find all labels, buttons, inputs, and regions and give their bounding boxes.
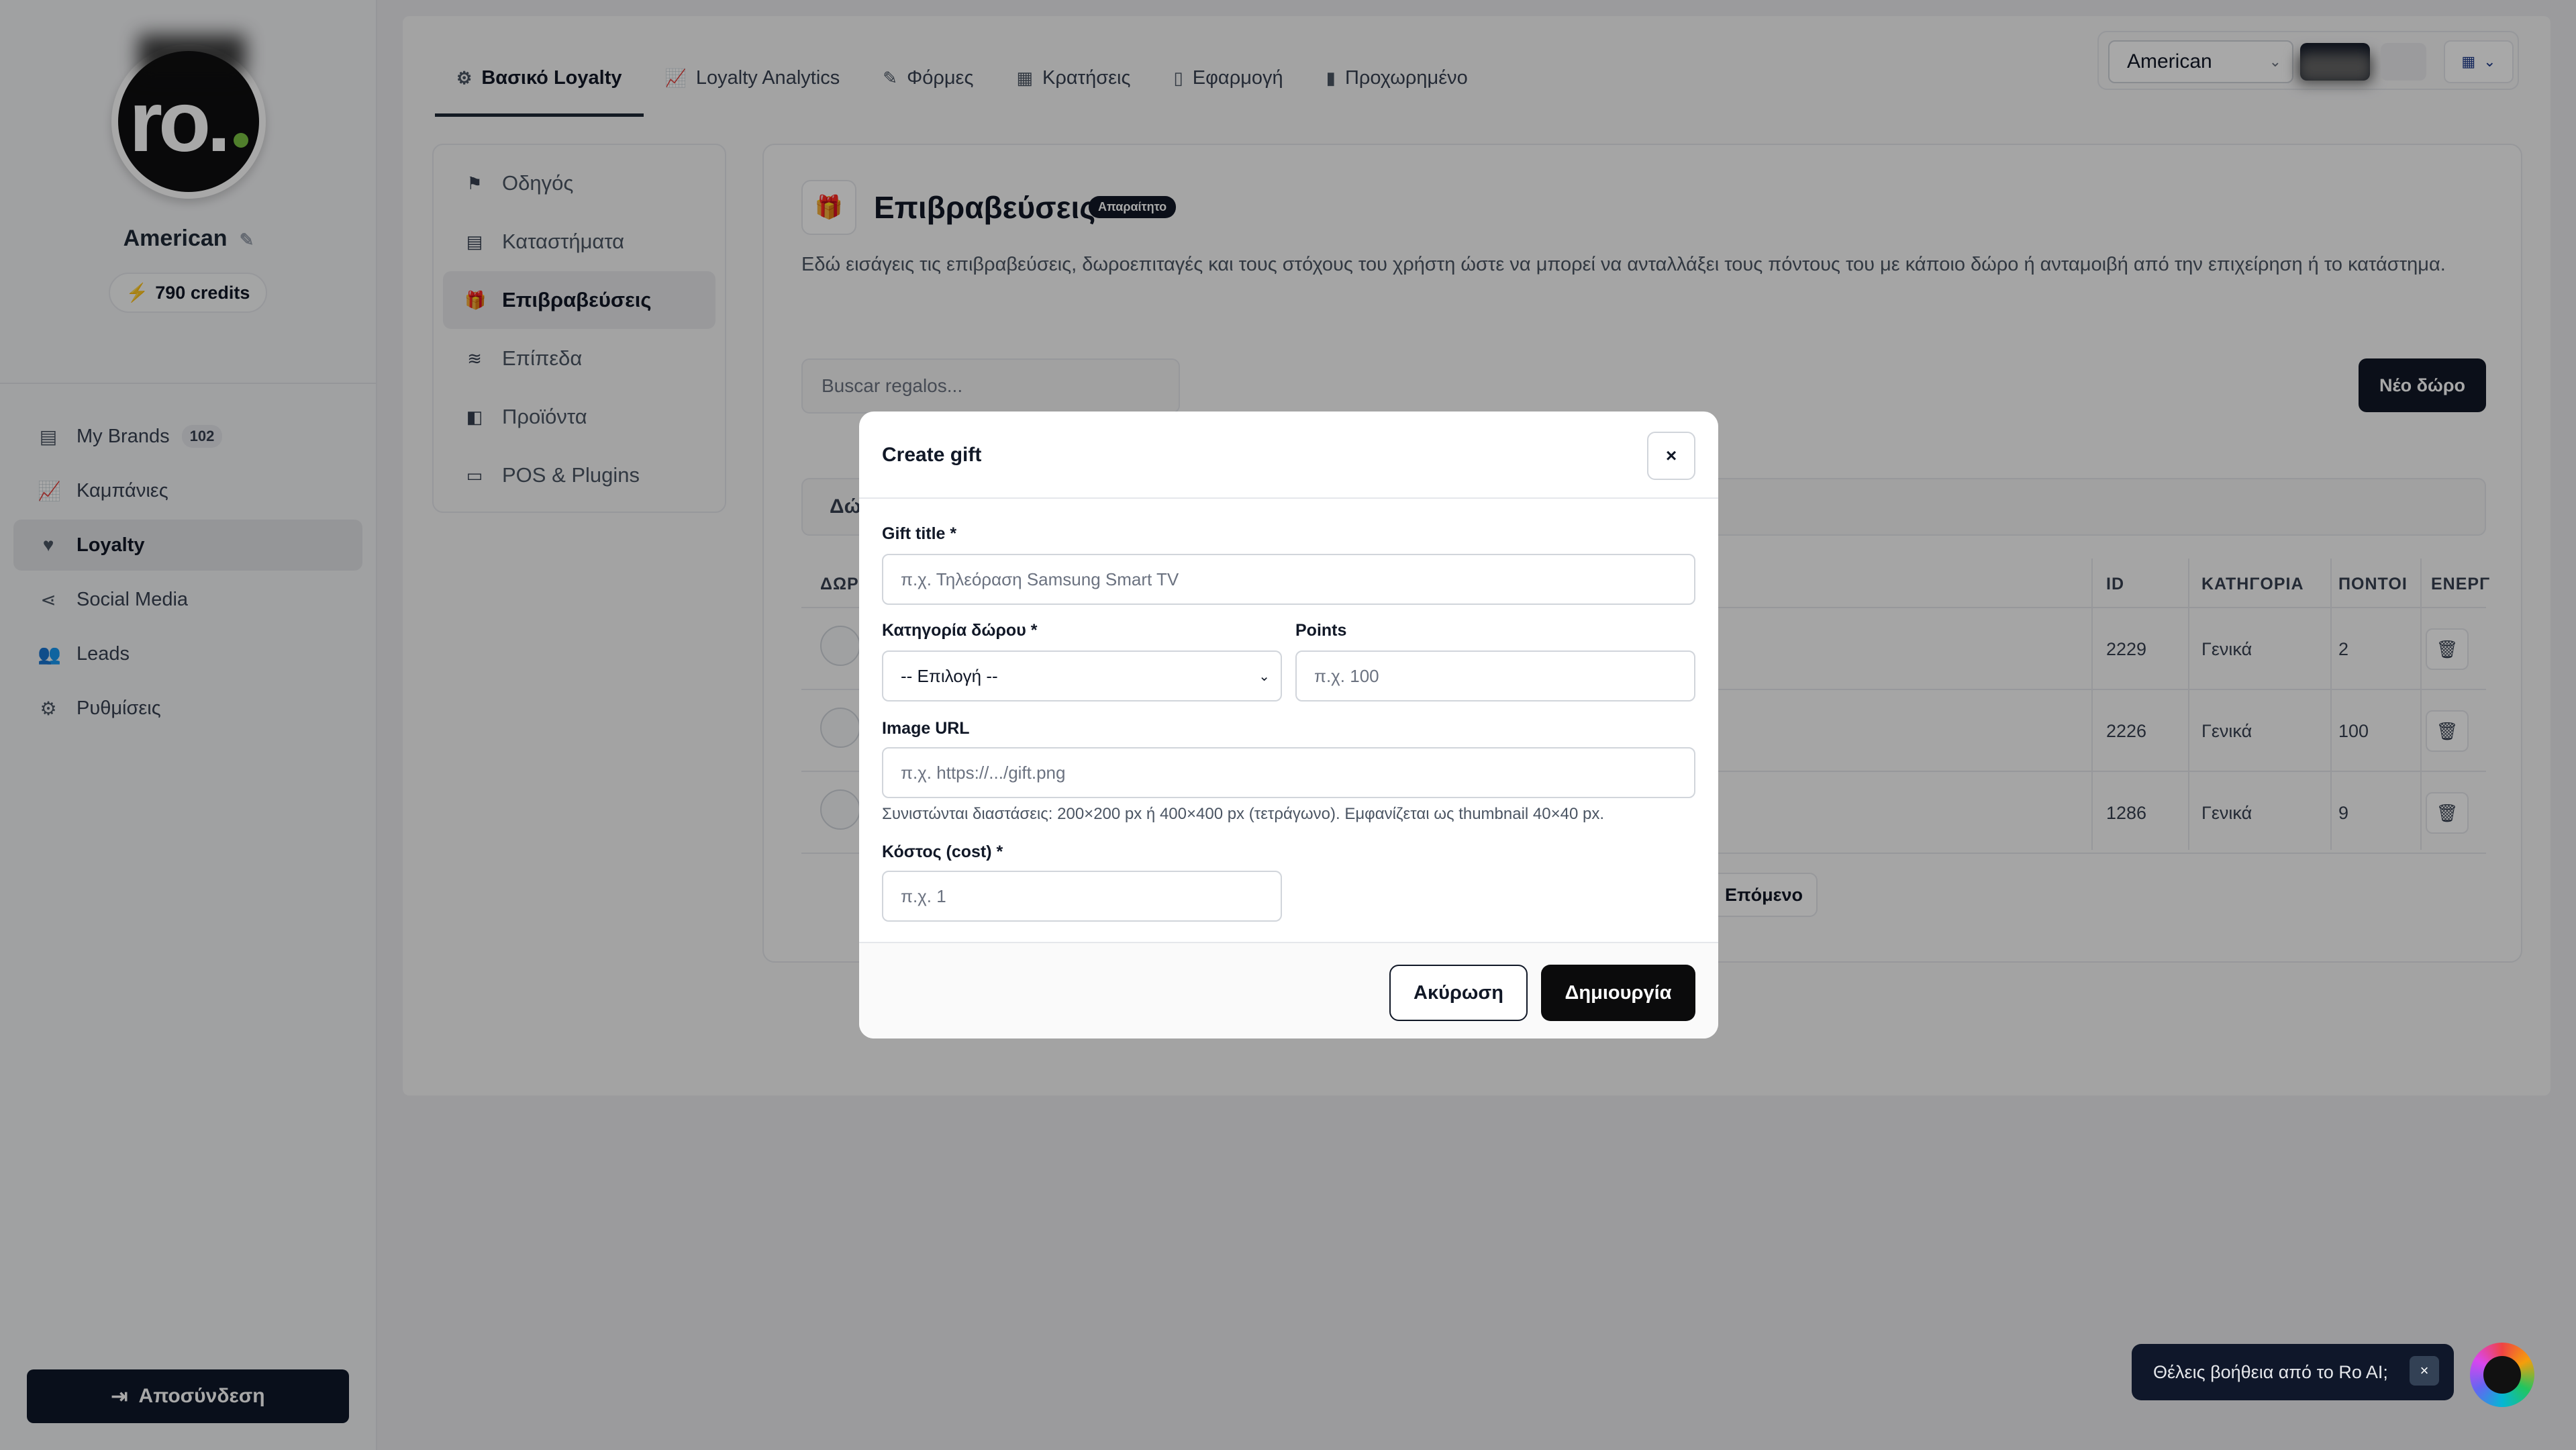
create-gift-modal: Create gift × Gift title * π.χ. Τηλεόρασ… xyxy=(859,412,1718,1038)
ai-prompt-text: Θέλεις βοήθεια από το Ro AI; xyxy=(2153,1361,2388,1382)
close-glyph: × xyxy=(2420,1362,2429,1379)
close-glyph: × xyxy=(1665,445,1677,466)
close-icon[interactable]: × xyxy=(2410,1356,2439,1386)
image-url-input[interactable]: π.χ. https://.../gift.png xyxy=(882,747,1695,798)
cost-label: Κόστος (cost) * xyxy=(882,842,1003,861)
cost-placeholder: π.χ. 1 xyxy=(901,885,946,906)
close-icon[interactable]: × xyxy=(1647,432,1695,480)
gift-title-label: Gift title * xyxy=(882,524,957,543)
points-label: Points xyxy=(1295,621,1347,640)
image-size-hint: Συνιστώνται διαστάσεις: 200×200 px ή 400… xyxy=(882,805,1605,823)
gift-title-placeholder: π.χ. Τηλεόραση Samsung Smart TV xyxy=(901,569,1179,589)
cancel-button[interactable]: Ακύρωση xyxy=(1389,965,1528,1021)
create-button[interactable]: Δημιουργία xyxy=(1541,965,1695,1021)
image-url-placeholder: π.χ. https://.../gift.png xyxy=(901,762,1066,783)
cost-input[interactable]: π.χ. 1 xyxy=(882,871,1282,922)
category-select-value: -- Επιλογή -- xyxy=(901,665,998,686)
modal-title: Create gift xyxy=(882,444,982,466)
ai-assistant-button[interactable] xyxy=(2470,1343,2534,1407)
category-label: Κατηγορία δώρου * xyxy=(882,621,1038,640)
points-placeholder: π.χ. 100 xyxy=(1314,665,1379,686)
category-select[interactable]: -- Επιλογή -- ⌄ xyxy=(882,650,1282,702)
ai-orb-center xyxy=(2483,1356,2521,1394)
gift-title-input[interactable]: π.χ. Τηλεόραση Samsung Smart TV xyxy=(882,554,1695,605)
image-url-label: Image URL xyxy=(882,719,970,738)
modal-footer: Ακύρωση Δημιουργία xyxy=(859,942,1718,1038)
modal-header: Create gift × xyxy=(859,412,1718,499)
ai-assistant-prompt[interactable]: Θέλεις βοήθεια από το Ro AI; × xyxy=(2132,1344,2454,1400)
points-input[interactable]: π.χ. 100 xyxy=(1295,650,1695,702)
chevron-down-icon: ⌄ xyxy=(1258,669,1270,684)
